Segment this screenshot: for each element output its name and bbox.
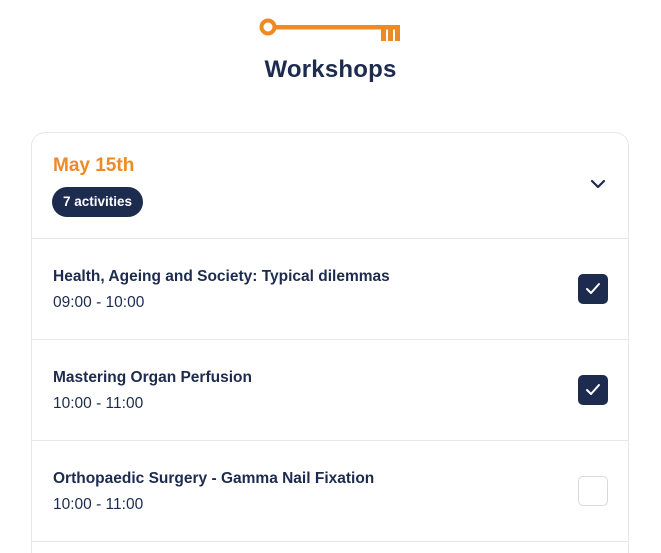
workshop-checkbox[interactable] — [578, 476, 608, 506]
workshop-title: Mastering Organ Perfusion — [53, 369, 252, 386]
activities-count-badge: 7 activities — [52, 187, 144, 217]
workshop-checkbox[interactable] — [578, 274, 608, 304]
day-header[interactable]: May 15th 7 activities — [32, 133, 628, 239]
day-date: May 15th — [53, 155, 135, 176]
workshop-row[interactable]: Orthopaedic Surgery - Gamma Nail Fixatio… — [32, 441, 628, 542]
workshop-time: 10:00 - 11:00 — [53, 395, 144, 412]
workshop-row[interactable]: Health, Ageing and Society: Typical dile… — [32, 239, 628, 340]
checkmark-icon — [586, 384, 600, 395]
workshop-checkbox[interactable] — [578, 375, 608, 405]
checkmark-icon — [586, 283, 600, 294]
chevron-down-icon[interactable] — [589, 178, 607, 190]
page-title: Workshops — [264, 56, 397, 83]
workshop-time: 10:00 - 11:00 — [53, 496, 144, 513]
key-icon — [259, 18, 400, 41]
workshop-title: Orthopaedic Surgery - Gamma Nail Fixatio… — [53, 470, 375, 487]
workshop-time: 09:00 - 10:00 — [53, 294, 145, 311]
day-accordion: May 15th 7 activities Health, Ageing and… — [31, 132, 629, 553]
workshop-row[interactable]: Mastering Organ Perfusion 10:00 - 11:00 — [32, 340, 628, 441]
workshop-title: Health, Ageing and Society: Typical dile… — [53, 268, 390, 285]
